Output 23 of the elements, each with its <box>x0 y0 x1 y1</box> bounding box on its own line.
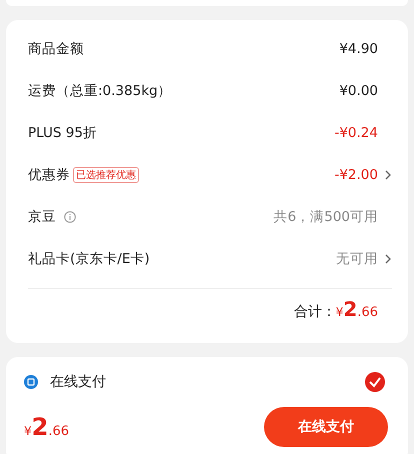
pay-button[interactable]: 在线支付 <box>264 407 388 447</box>
row-label: 优惠券 <box>28 166 70 184</box>
row-value: ¥0.00 <box>339 83 378 99</box>
row-label: 礼品卡(京东卡/E卡) <box>28 250 150 268</box>
total-label: 合计： <box>294 303 336 321</box>
row-value: -¥2.00 <box>334 167 378 183</box>
price: ¥2.66 <box>24 413 70 441</box>
info-icon[interactable] <box>64 211 76 223</box>
row-label: PLUS 95折 <box>28 124 97 142</box>
price: ¥2.66 <box>336 297 378 321</box>
checkbox[interactable] <box>364 371 386 393</box>
row-label: 商品金额 <box>28 40 84 58</box>
row-value: ¥4.90 <box>339 41 378 57</box>
row-label: 运费（总重:0.385kg） <box>28 82 172 100</box>
row-label: 京豆 <box>28 208 56 226</box>
row-value: -¥0.24 <box>334 125 378 141</box>
chevron-icon[interactable] <box>384 253 392 265</box>
payment-icon <box>24 375 38 389</box>
chevron-icon[interactable] <box>384 169 392 181</box>
row-value: 无可用 <box>336 250 378 268</box>
payment-method: 在线支付 <box>50 373 106 391</box>
row-value: 共6，满500可用 <box>274 208 378 226</box>
coupon-tag: 已选推荐优惠 <box>73 167 139 183</box>
